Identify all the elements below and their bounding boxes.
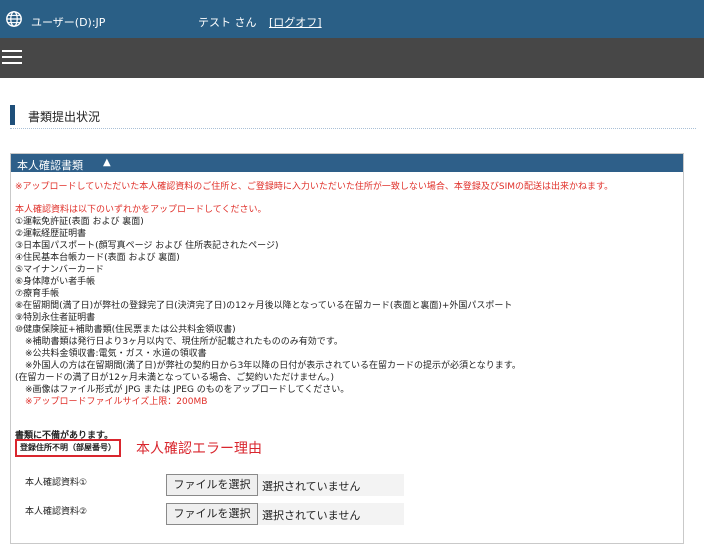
address-mismatch-notice: ※アップロードしていただいた本人確認資料のご住所と、ご登録時に入力いただいた住所… bbox=[15, 182, 614, 192]
file-status-2: 選択されていません bbox=[262, 509, 361, 522]
upload-label-2: 本人確認資料② bbox=[25, 507, 88, 517]
top-bar: ユーザー(D):JP テスト さん [ログオフ] bbox=[0, 0, 704, 38]
error-reason-code: 登録住所不明（部屋番号） bbox=[15, 439, 121, 457]
file-input-1: ファイルを選択 選択されていません bbox=[166, 474, 404, 496]
globe-icon[interactable] bbox=[5, 10, 23, 28]
logout-link[interactable]: [ログオフ] bbox=[269, 14, 322, 30]
collapse-arrow-icon: ▲ bbox=[103, 157, 111, 168]
file-input-2: ファイルを選択 選択されていません bbox=[166, 503, 404, 525]
choose-file-button-2[interactable]: ファイルを選択 bbox=[166, 503, 258, 525]
file-status-1: 選択されていません bbox=[262, 480, 361, 493]
user-name: テスト さん bbox=[198, 16, 257, 29]
page-title: 書類提出状況 bbox=[28, 110, 101, 124]
section-title: 書類提出状況 bbox=[10, 104, 696, 129]
hamburger-menu-icon[interactable] bbox=[2, 46, 22, 68]
menu-bar bbox=[0, 38, 704, 78]
upload-label-1: 本人確認資料① bbox=[25, 478, 88, 488]
choose-file-button-1[interactable]: ファイルを選択 bbox=[166, 474, 258, 496]
panel-header-toggle[interactable]: 本人確認書類 ▲ bbox=[11, 154, 683, 172]
file-size-limit: ※アップロードファイルサイズ上限：200MB bbox=[25, 397, 208, 407]
error-reason-label: 本人確認エラー理由 bbox=[136, 441, 262, 457]
title-accent-bar bbox=[10, 105, 15, 125]
identity-documents-panel: 本人確認書類 ▲ ※アップロードしていただいた本人確認資料のご住所と、ご登録時に… bbox=[10, 153, 684, 544]
panel-title: 本人確認書類 bbox=[17, 159, 83, 172]
user-id: ユーザー(D):JP bbox=[31, 16, 106, 29]
